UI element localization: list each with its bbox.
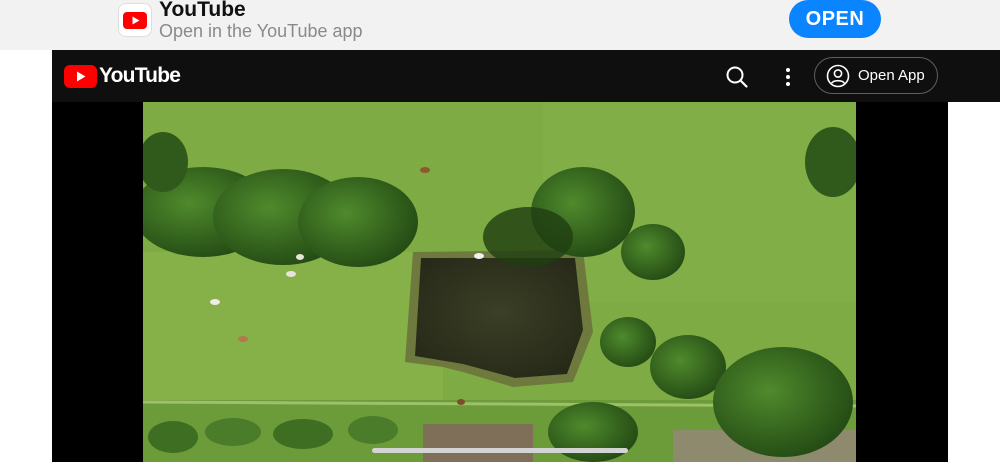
video-thumbnail-scene (143, 102, 856, 462)
page-right-margin (948, 102, 1000, 462)
open-button[interactable]: OPEN (789, 0, 881, 38)
video-frame[interactable] (143, 102, 856, 462)
banner-app-name: YouTube (159, 0, 246, 21)
open-app-button[interactable]: Open App (814, 57, 938, 94)
account-circle-icon (826, 64, 850, 87)
home-indicator[interactable] (372, 448, 628, 453)
video-player[interactable] (52, 102, 948, 462)
banner-subtitle: Open in the YouTube app (159, 21, 363, 41)
youtube-logo[interactable]: YouTube (64, 64, 181, 88)
youtube-app-icon (118, 3, 152, 37)
youtube-header: YouTube Open App (52, 50, 1000, 102)
more-options-button[interactable] (776, 62, 800, 92)
search-button[interactable] (722, 62, 752, 92)
youtube-play-logo-icon (64, 64, 97, 88)
search-icon (726, 66, 748, 88)
smart-app-banner: YouTube Open in the YouTube app OPEN (0, 0, 1000, 50)
logo-wordmark: YouTube (99, 64, 181, 87)
open-app-label: Open App (858, 67, 925, 84)
more-vert-icon (786, 68, 790, 86)
